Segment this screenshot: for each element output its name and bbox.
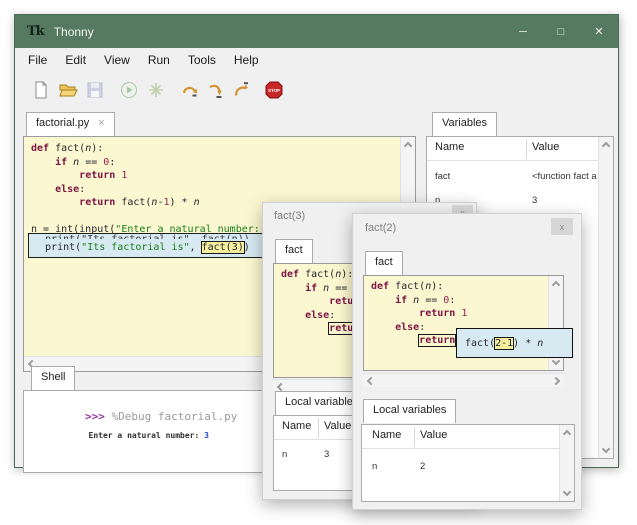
- fact2-horizontal-scrollbar[interactable]: [363, 373, 564, 387]
- tab-label: factorial.py: [36, 117, 89, 129]
- fact3-var-name-n[interactable]: n: [282, 449, 287, 460]
- column-divider: [414, 427, 415, 447]
- column-value[interactable]: Value: [420, 429, 447, 441]
- scroll-down-icon[interactable]: [563, 488, 571, 496]
- fact2-evaluated-expression: fact(2-1) * n: [465, 338, 543, 349]
- fact2-tab-fact[interactable]: fact: [365, 251, 403, 275]
- step-over-icon: [180, 80, 200, 100]
- debug-burst-icon: [146, 80, 166, 100]
- minimize-button[interactable]: ─: [504, 15, 542, 48]
- fact2-var-value-n[interactable]: 2: [420, 461, 425, 472]
- tab-close-icon[interactable]: ×: [98, 117, 104, 129]
- menu-edit[interactable]: Edit: [56, 48, 95, 72]
- column-name[interactable]: Name: [282, 420, 311, 432]
- variables-scrollbar[interactable]: [598, 137, 613, 458]
- active-statement-box: print("Its factorial is", fact(n)) print…: [28, 233, 280, 258]
- run-script-button: [117, 78, 141, 102]
- column-value[interactable]: Value: [324, 420, 351, 432]
- stop-button[interactable]: STOP: [262, 78, 286, 102]
- scroll-right-icon[interactable]: [552, 377, 560, 385]
- scroll-left-icon[interactable]: [277, 383, 285, 391]
- fact2-evaluated-expression-box: fact(2-1) * n: [456, 328, 573, 358]
- fact2-localvars-table: Name Value n 2: [361, 424, 575, 502]
- step-out-button[interactable]: [229, 78, 253, 102]
- fact2-tab-label: fact: [375, 256, 393, 268]
- fact2-var-name-n[interactable]: n: [372, 461, 377, 472]
- step-out-icon: [231, 80, 251, 100]
- shell-io-line: Enter a natural number: 3: [50, 422, 209, 449]
- save-file-button: [83, 78, 107, 102]
- open-file-button[interactable]: [56, 78, 80, 102]
- maximize-button[interactable]: □: [542, 15, 580, 48]
- thonny-logo-icon: Tk: [27, 24, 44, 39]
- debug-script-button: [144, 78, 168, 102]
- column-name[interactable]: Name: [372, 429, 401, 441]
- save-floppy-icon: [85, 80, 105, 100]
- fact2-localvars-scrollbar[interactable]: [559, 425, 574, 501]
- fact2-window[interactable]: fact(2) x fact def fact(n): if n == 0: r…: [352, 213, 582, 510]
- window-title: Thonny: [54, 25, 94, 39]
- scroll-down-icon[interactable]: [602, 445, 610, 453]
- column-divider: [318, 418, 319, 438]
- close-button[interactable]: ✕: [580, 15, 618, 48]
- fact3-localvars-tab-label: Local variables: [285, 396, 358, 408]
- menu-tools[interactable]: Tools: [179, 48, 225, 72]
- step-into-icon: [206, 80, 226, 100]
- scroll-up-icon[interactable]: [552, 281, 560, 289]
- menu-run[interactable]: Run: [139, 48, 179, 72]
- shell-tab-label: Shell: [41, 371, 65, 383]
- svg-text:STOP: STOP: [268, 88, 280, 93]
- tab-shell[interactable]: Shell: [31, 366, 75, 390]
- scroll-left-icon[interactable]: [367, 377, 375, 385]
- active-statement: print("Its factorial is", fact(3)): [33, 239, 275, 257]
- open-folder-icon: [58, 80, 78, 100]
- menubar: File Edit View Run Tools Help: [15, 48, 618, 72]
- step-over-button[interactable]: [178, 78, 202, 102]
- shell-io-value: 3: [204, 431, 209, 440]
- tab-factorial-py[interactable]: factorial.py ×: [26, 112, 115, 136]
- fact3-tab-label: fact: [285, 244, 303, 256]
- menu-file[interactable]: File: [19, 48, 56, 72]
- var-name-fact[interactable]: fact: [435, 171, 450, 182]
- step-into-button[interactable]: [204, 78, 228, 102]
- menu-view[interactable]: View: [95, 48, 139, 72]
- fact2-window-title: fact(2): [365, 222, 396, 234]
- scroll-up-icon[interactable]: [602, 142, 610, 150]
- fact2-tab-local-variables[interactable]: Local variables: [363, 399, 456, 423]
- menu-help[interactable]: Help: [225, 48, 268, 72]
- fact2-localvars-header: Name Value: [362, 425, 574, 449]
- variables-tab-label: Variables: [442, 117, 487, 129]
- tab-variables[interactable]: Variables: [432, 112, 497, 136]
- column-value[interactable]: Value: [532, 141, 559, 153]
- var-value-n[interactable]: 3: [532, 195, 537, 206]
- window-controls: ─ □ ✕: [504, 15, 618, 48]
- shell-io-text: Enter a natural number:: [89, 431, 205, 440]
- titlebar[interactable]: Tk Thonny ─ □ ✕: [15, 15, 618, 48]
- fact2-close-button[interactable]: x: [551, 218, 573, 235]
- var-value-fact[interactable]: <function fact a: [532, 171, 598, 182]
- variables-header: Name Value: [427, 137, 613, 161]
- new-file-button[interactable]: [29, 78, 53, 102]
- fact3-var-value-n[interactable]: 3: [324, 449, 329, 460]
- stop-sign-icon: STOP: [264, 80, 284, 100]
- scroll-up-icon[interactable]: [563, 430, 571, 438]
- desktop: Tk Thonny ─ □ ✕ File Edit View Run Tools…: [0, 0, 637, 525]
- fact3-tab-fact[interactable]: fact: [275, 239, 313, 263]
- column-divider: [526, 139, 527, 159]
- scroll-up-icon[interactable]: [404, 142, 412, 150]
- fact3-window-title: fact(3): [274, 210, 305, 222]
- toolbar: STOP: [15, 72, 618, 108]
- fact2-localvars-tab-label: Local variables: [373, 404, 446, 416]
- run-play-icon: [119, 80, 139, 100]
- new-file-icon: [31, 80, 51, 100]
- scroll-down-icon[interactable]: [552, 357, 560, 365]
- column-name[interactable]: Name: [435, 141, 464, 153]
